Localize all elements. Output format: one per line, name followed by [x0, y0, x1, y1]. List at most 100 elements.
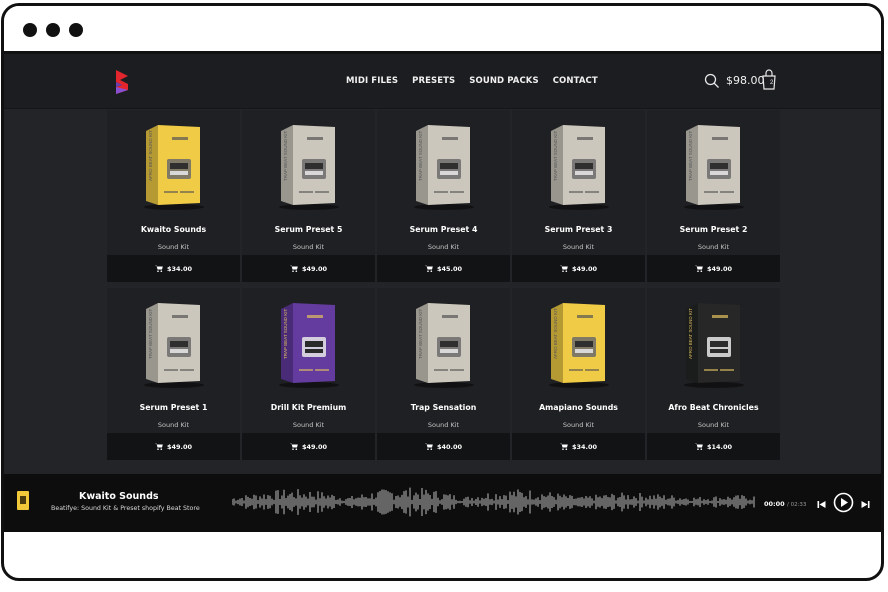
product-price: $45.00 — [436, 264, 463, 273]
add-to-cart-button[interactable]: $49.00 — [242, 433, 375, 460]
waveform-seekbar[interactable] — [232, 484, 755, 520]
product-subtitle: Sound Kit — [562, 421, 595, 429]
nav-contact[interactable]: CONTACT — [553, 76, 598, 86]
cart-icon — [559, 265, 568, 272]
product-box-art[interactable]: TRAP BEAT SOUND KIT — [404, 299, 484, 389]
product-title[interactable]: Serum Preset 5 — [242, 225, 375, 234]
window-dot-1[interactable] — [23, 23, 37, 37]
cart-icon — [694, 265, 703, 272]
nav-presets[interactable]: PRESETS — [412, 76, 455, 86]
shopping-bag-icon[interactable] — [760, 69, 778, 91]
add-to-cart-button[interactable]: $49.00 — [107, 433, 240, 460]
total-time: / 02:33 — [786, 502, 807, 508]
previous-track-icon[interactable] — [817, 500, 826, 509]
add-to-cart-button[interactable]: $40.00 — [377, 433, 510, 460]
current-time: 00:00 — [764, 500, 785, 508]
product-card[interactable]: AFRO BEAT SOUND KIT Kwaito Sounds Sound … — [107, 110, 240, 282]
box-spine-text: TRAP BEAT SOUND KIT — [418, 130, 423, 181]
product-price: $34.00 — [571, 442, 598, 451]
product-card[interactable]: TRAP BEAT SOUND KIT Trap Sensation Sound… — [377, 288, 510, 460]
cart-icon — [559, 443, 568, 450]
product-box-art[interactable]: AFRO BEAT SOUND KIT — [539, 299, 619, 389]
next-track-icon[interactable] — [861, 500, 870, 509]
product-subtitle: Sound Kit — [697, 421, 730, 429]
product-box-art[interactable]: TRAP BEAT SOUND KIT — [269, 299, 349, 389]
player-time: 00:00 / 02:33 — [764, 500, 806, 508]
add-to-cart-button[interactable]: $14.00 — [647, 433, 780, 460]
product-box-art[interactable]: TRAP BEAT SOUND KIT — [539, 121, 619, 211]
product-box-art[interactable]: TRAP BEAT SOUND KIT — [404, 121, 484, 211]
product-title[interactable]: Afro Beat Chronicles — [647, 403, 780, 412]
add-to-cart-button[interactable]: $49.00 — [242, 255, 375, 282]
window-dot-3[interactable] — [69, 23, 83, 37]
product-price: $14.00 — [706, 442, 733, 451]
add-to-cart-button[interactable]: $34.00 — [512, 433, 645, 460]
product-box-art[interactable]: TRAP BEAT SOUND KIT — [134, 299, 214, 389]
cart-total[interactable]: $98.00 — [726, 74, 765, 87]
product-price: $49.00 — [301, 264, 328, 273]
product-card[interactable]: TRAP BEAT SOUND KIT Serum Preset 1 Sound… — [107, 288, 240, 460]
product-subtitle: Sound Kit — [427, 243, 460, 251]
product-card[interactable]: TRAP BEAT SOUND KIT Drill Kit Premium So… — [242, 288, 375, 460]
cart-icon — [694, 443, 703, 450]
product-title[interactable]: Drill Kit Premium — [242, 403, 375, 412]
box-spine-text: TRAP BEAT SOUND KIT — [553, 130, 558, 181]
nav-sound-packs[interactable]: SOUND PACKS — [469, 76, 538, 86]
product-price: $34.00 — [166, 264, 193, 273]
nav-midi-files[interactable]: MIDI FILES — [346, 76, 398, 86]
product-box-art[interactable]: AFRO BEAT SOUND KIT — [134, 121, 214, 211]
logo-icon[interactable] — [114, 70, 130, 94]
product-subtitle: Sound Kit — [697, 243, 730, 251]
box-spine-text: AFRO BEAT SOUND KIT — [148, 130, 153, 181]
product-price: $49.00 — [706, 264, 733, 273]
product-box-art[interactable]: TRAP BEAT SOUND KIT — [674, 121, 754, 211]
product-card[interactable]: TRAP BEAT SOUND KIT Serum Preset 3 Sound… — [512, 110, 645, 282]
box-spine-text: TRAP BEAT SOUND KIT — [688, 130, 693, 181]
box-spine-text: TRAP BEAT SOUND KIT — [283, 308, 288, 359]
add-to-cart-button[interactable]: $49.00 — [647, 255, 780, 282]
product-card[interactable]: AFRO BEAT SOUND KIT Afro Beat Chronicles… — [647, 288, 780, 460]
product-card[interactable]: TRAP BEAT SOUND KIT Serum Preset 5 Sound… — [242, 110, 375, 282]
product-title[interactable]: Serum Preset 4 — [377, 225, 510, 234]
cart-icon — [289, 443, 298, 450]
store-page: MIDI FILES PRESETS SOUND PACKS CONTACT $… — [4, 54, 881, 532]
product-subtitle: Sound Kit — [157, 421, 190, 429]
product-subtitle: Sound Kit — [157, 243, 190, 251]
cart-icon — [424, 443, 433, 450]
product-title[interactable]: Trap Sensation — [377, 403, 510, 412]
player-track-title[interactable]: Kwaito Sounds — [79, 491, 159, 502]
product-title[interactable]: Serum Preset 1 — [107, 403, 240, 412]
product-title[interactable]: Kwaito Sounds — [107, 225, 240, 234]
product-card[interactable]: AFRO BEAT SOUND KIT Amapiano Sounds Soun… — [512, 288, 645, 460]
product-card[interactable]: TRAP BEAT SOUND KIT Serum Preset 4 Sound… — [377, 110, 510, 282]
browser-window: MIDI FILES PRESETS SOUND PACKS CONTACT $… — [1, 3, 884, 581]
cart-icon — [289, 265, 298, 272]
cart-icon — [424, 265, 433, 272]
product-title[interactable]: Amapiano Sounds — [512, 403, 645, 412]
main-nav: MIDI FILES PRESETS SOUND PACKS CONTACT — [346, 76, 598, 86]
player-track-subtitle: Beatifye: Sound Kit & Preset shopify Bea… — [51, 505, 200, 512]
audio-player: Kwaito Sounds Beatifye: Sound Kit & Pres… — [4, 474, 881, 532]
search-icon[interactable] — [704, 73, 720, 89]
product-title[interactable]: Serum Preset 3 — [512, 225, 645, 234]
box-spine-text: TRAP BEAT SOUND KIT — [283, 130, 288, 181]
cart-icon — [154, 265, 163, 272]
product-card[interactable]: TRAP BEAT SOUND KIT Serum Preset 2 Sound… — [647, 110, 780, 282]
box-spine-text: AFRO BEAT SOUND KIT — [553, 308, 558, 359]
player-cover-thumb[interactable] — [17, 491, 29, 510]
product-title[interactable]: Serum Preset 2 — [647, 225, 780, 234]
window-titlebar — [4, 6, 881, 54]
site-header: MIDI FILES PRESETS SOUND PACKS CONTACT $… — [4, 54, 881, 109]
add-to-cart-button[interactable]: $34.00 — [107, 255, 240, 282]
product-price: $49.00 — [571, 264, 598, 273]
box-spine-text: TRAP BEAT SOUND KIT — [148, 308, 153, 359]
product-box-art[interactable]: AFRO BEAT SOUND KIT — [674, 299, 754, 389]
add-to-cart-button[interactable]: $49.00 — [512, 255, 645, 282]
product-box-art[interactable]: TRAP BEAT SOUND KIT — [269, 121, 349, 211]
add-to-cart-button[interactable]: $45.00 — [377, 255, 510, 282]
product-price: $40.00 — [436, 442, 463, 451]
play-icon[interactable] — [833, 492, 854, 513]
product-subtitle: Sound Kit — [562, 243, 595, 251]
window-dot-2[interactable] — [46, 23, 60, 37]
cart-count-badge: 2 — [770, 80, 774, 86]
